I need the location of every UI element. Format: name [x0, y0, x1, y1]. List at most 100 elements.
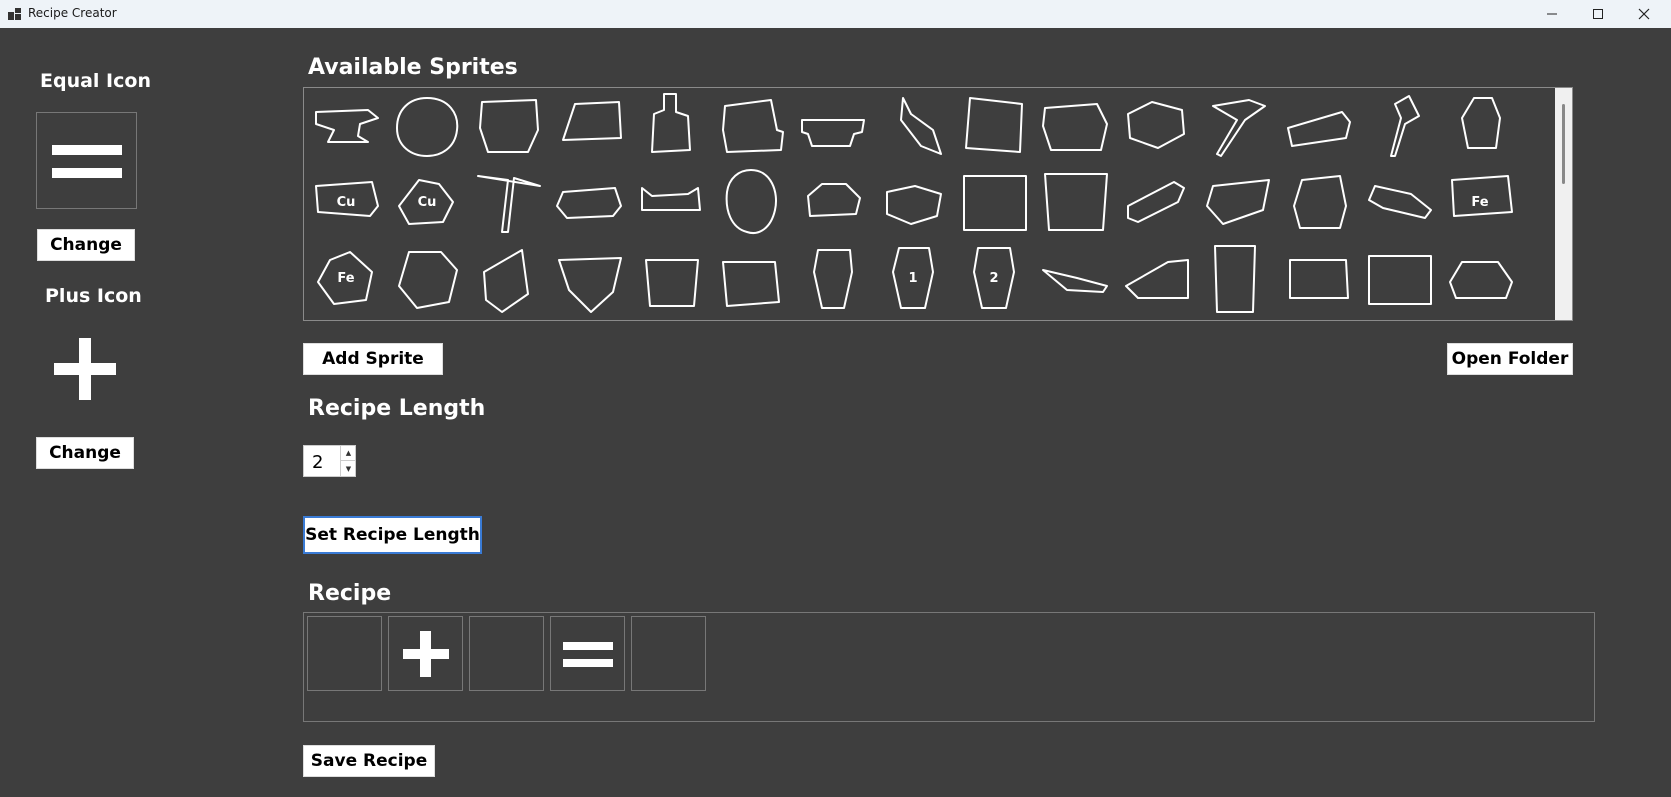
knife-icon[interactable] [1037, 242, 1113, 314]
rock-icon-shape [1042, 103, 1108, 151]
tile-icon[interactable] [956, 90, 1032, 162]
scroll-thumb[interactable] [1562, 104, 1565, 184]
stepper-up-button[interactable]: ▲ [340, 446, 356, 461]
sprite-list[interactable]: Cu Cu Fe Fe 1 2 [303, 87, 1573, 321]
bread-icon-shape [807, 183, 861, 217]
iron-ore-icon-label: Fe [337, 271, 354, 286]
boulder-icon-shape [398, 251, 458, 309]
pillar-icon-shape [1214, 245, 1256, 313]
mesh-icon[interactable] [956, 166, 1032, 238]
change-plus-icon-button[interactable]: Change [36, 437, 134, 469]
app-icon [8, 8, 21, 20]
copper-ingot-icon-label: Cu [337, 195, 356, 210]
hammer-icon-shape [1212, 99, 1266, 157]
set-recipe-length-button[interactable]: Set Recipe Length [303, 516, 482, 554]
change-equal-icon-button[interactable]: Change [37, 229, 135, 261]
pickaxe-icon-shape [477, 175, 541, 233]
bench-icon[interactable] [794, 90, 870, 162]
available-sprites-heading: Available Sprites [308, 55, 518, 80]
chair-icon[interactable] [713, 90, 789, 162]
copper-ore-icon[interactable]: Cu [389, 166, 465, 238]
bone-icon[interactable] [632, 166, 708, 238]
shard-icon-shape [1206, 179, 1270, 225]
equal-icon [52, 145, 122, 155]
sticks-icon[interactable] [1118, 166, 1194, 238]
vase-icon-shape [813, 249, 853, 309]
equal-icon [563, 642, 613, 650]
plus-icon-bar [403, 649, 449, 659]
machine-icon[interactable] [1118, 90, 1194, 162]
open-folder-button[interactable]: Open Folder [1447, 343, 1573, 375]
iron-ingot-icon[interactable]: Fe [1442, 166, 1518, 238]
recipe-length-stepper[interactable]: 2 ▲ ▼ [303, 445, 356, 477]
plank-icon[interactable] [551, 90, 627, 162]
slab-icon[interactable] [551, 166, 627, 238]
bar-icon-shape [1287, 111, 1351, 147]
recipe-length-value[interactable]: 2 [312, 452, 323, 473]
anvil-icon[interactable] [308, 90, 384, 162]
carrot-icon[interactable] [875, 90, 951, 162]
jar-2-icon-label: 2 [989, 271, 998, 286]
boulder-icon[interactable] [389, 242, 465, 314]
chevron-down-icon: ▼ [345, 464, 352, 473]
bar-icon[interactable] [1280, 90, 1356, 162]
basket-icon[interactable] [1037, 166, 1113, 238]
stone-block-icon-shape [479, 99, 539, 153]
hammer-icon[interactable] [1199, 90, 1275, 162]
trapezoid-icon[interactable] [1442, 242, 1518, 314]
cushion-icon[interactable] [1280, 242, 1356, 314]
plus-icon-bar [54, 363, 116, 375]
axe-icon[interactable] [1361, 90, 1437, 162]
sprite-grid: Cu Cu Fe Fe 1 2 [304, 88, 1554, 320]
recipe-slot-result[interactable] [631, 616, 706, 691]
phone-icon[interactable] [470, 242, 546, 314]
iron-ingot-icon-shape: Fe [1451, 175, 1513, 217]
shield-icon[interactable] [551, 242, 627, 314]
add-sprite-button[interactable]: Add Sprite [303, 343, 443, 375]
recipe-length-heading: Recipe Length [308, 396, 486, 421]
pebble-icon[interactable] [875, 166, 951, 238]
copper-ingot-icon-shape: Cu [315, 181, 379, 217]
jar-2-icon[interactable]: 2 [956, 242, 1032, 314]
jar-1-icon[interactable]: 1 [875, 242, 951, 314]
apple-icon[interactable] [389, 90, 465, 162]
machine-icon-shape [1127, 101, 1185, 149]
shard-icon[interactable] [1199, 166, 1275, 238]
recipe-slot-2[interactable] [469, 616, 544, 691]
bread-icon[interactable] [794, 166, 870, 238]
mesh-icon-shape [963, 175, 1027, 231]
pot-icon[interactable] [632, 242, 708, 314]
wedge-icon[interactable] [1118, 242, 1194, 314]
ore-chunk-icon[interactable] [1280, 166, 1356, 238]
close-button[interactable] [1621, 0, 1667, 28]
stepper-down-button[interactable]: ▼ [340, 461, 356, 476]
jar-1-icon-label: 1 [908, 271, 917, 286]
bench-icon-shape [801, 119, 865, 147]
stone-block-icon[interactable] [470, 90, 546, 162]
copper-ingot-icon[interactable]: Cu [308, 166, 384, 238]
cushion-icon-shape [1289, 259, 1349, 299]
sack-icon[interactable] [1442, 90, 1518, 162]
pillar-icon[interactable] [1199, 242, 1275, 314]
iron-ingot-icon-label: Fe [1471, 195, 1488, 210]
maximize-button[interactable] [1575, 0, 1621, 28]
iron-ore-icon[interactable]: Fe [308, 242, 384, 314]
pickaxe-icon[interactable] [470, 166, 546, 238]
ore-chunk-icon-shape [1293, 175, 1347, 229]
chair-icon-shape [722, 99, 784, 153]
bone-icon-shape [641, 187, 701, 211]
recipe-slot-plus [388, 616, 463, 691]
save-recipe-button[interactable]: Save Recipe [303, 745, 435, 777]
bed-frame-icon[interactable] [1361, 242, 1437, 314]
vase-icon[interactable] [794, 242, 870, 314]
saw-icon[interactable] [1361, 166, 1437, 238]
egg-icon[interactable] [713, 166, 789, 238]
minimize-button[interactable] [1529, 0, 1575, 28]
jar-1-icon-shape: 1 [892, 247, 934, 309]
rock-icon[interactable] [1037, 90, 1113, 162]
sprite-scrollbar[interactable] [1555, 88, 1572, 320]
crucible-icon[interactable] [713, 242, 789, 314]
bottle-icon[interactable] [632, 90, 708, 162]
recipe-slot-1[interactable] [307, 616, 382, 691]
minimize-icon [1547, 13, 1557, 15]
